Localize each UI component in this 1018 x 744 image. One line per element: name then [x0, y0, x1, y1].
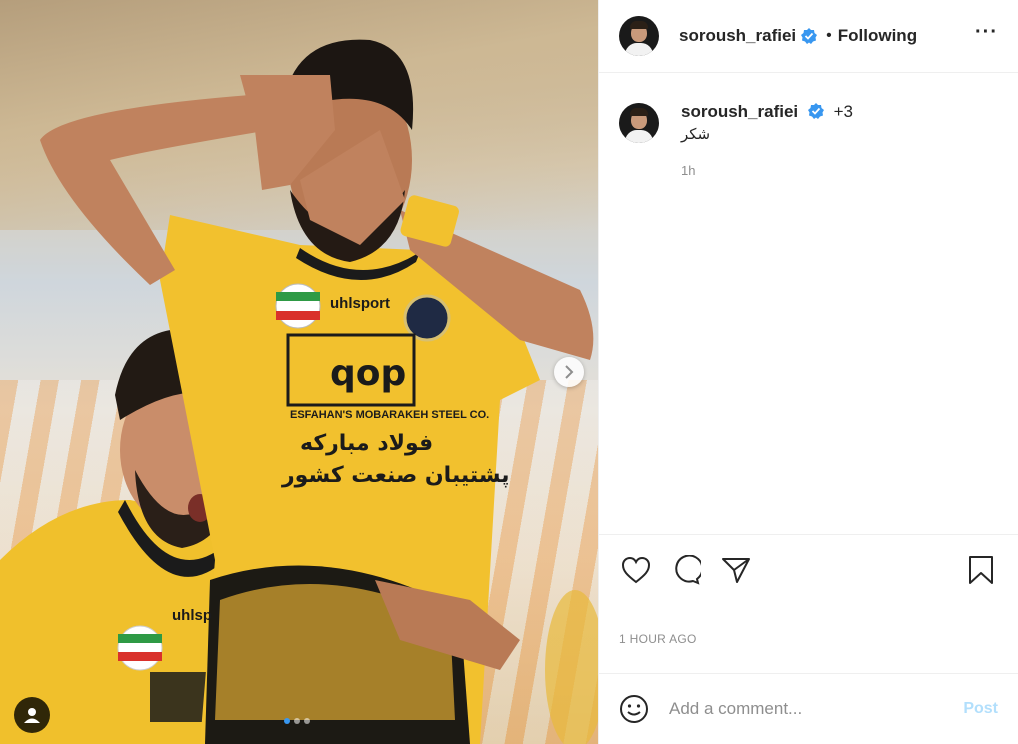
share-icon: [722, 557, 750, 583]
caption-text: شکر: [681, 125, 711, 143]
svg-text:فولاد مبارکه: فولاد مبارکه: [300, 431, 433, 456]
comments-area: soroush_rafiei +3 شکر 1h: [599, 73, 1018, 534]
post-timestamp[interactable]: 1 HOUR AGO: [599, 604, 1018, 674]
tagged-count[interactable]: +3: [834, 102, 853, 121]
post-media[interactable]: uhlsport uhlsp qop ESFAHAN'S MOBARAKEH S…: [0, 0, 598, 744]
user-icon: [24, 708, 40, 723]
author-avatar[interactable]: [619, 16, 659, 56]
author-username[interactable]: soroush_rafiei: [679, 26, 796, 46]
comment-icon: [675, 554, 701, 585]
comment-input[interactable]: [669, 699, 964, 719]
save-button[interactable]: [964, 553, 998, 587]
caption-body: soroush_rafiei +3 شکر 1h: [681, 101, 853, 178]
next-slide-button[interactable]: [554, 357, 584, 387]
svg-text:uhlsport: uhlsport: [330, 295, 390, 312]
caption: soroush_rafiei +3 شکر 1h: [619, 101, 998, 178]
svg-text:ESFAHAN'S MOBARAKEH STEEL CO.: ESFAHAN'S MOBARAKEH STEEL CO.: [290, 409, 489, 421]
add-comment-bar: Post: [599, 674, 1018, 744]
more-options-icon[interactable]: ···: [975, 21, 998, 52]
svg-text:uhlsp: uhlsp: [172, 607, 212, 624]
carousel-dot: [294, 718, 300, 724]
like-button[interactable]: [619, 553, 653, 587]
photo-illustration: uhlsport uhlsp qop ESFAHAN'S MOBARAKEH S…: [0, 39, 598, 744]
verified-badge-icon: [801, 28, 818, 44]
post-header: soroush_rafiei • Following ···: [599, 0, 1018, 73]
emoji-icon[interactable]: [619, 694, 649, 724]
chevron-right-icon: [565, 365, 574, 379]
post-button[interactable]: Post: [963, 700, 998, 718]
comment-button[interactable]: [669, 553, 703, 587]
heart-icon: [621, 556, 651, 583]
carousel-dot-active: [284, 718, 290, 724]
share-button[interactable]: [719, 553, 753, 587]
action-bar: [599, 534, 1018, 604]
tagged-users-button[interactable]: [14, 697, 50, 733]
post-side-panel: soroush_rafiei • Following ··· soroush_r…: [598, 0, 1018, 744]
svg-text:qop: qop: [330, 353, 406, 394]
caption-avatar[interactable]: [619, 103, 659, 143]
carousel-dot: [304, 718, 310, 724]
verified-badge-icon: [807, 103, 824, 119]
following-button[interactable]: Following: [838, 26, 917, 46]
svg-text:پشتیبان صنعت کشور: پشتیبان صنعت کشور: [281, 463, 510, 488]
bookmark-icon: [969, 555, 993, 584]
carousel-indicator: [284, 718, 310, 724]
caption-time[interactable]: 1h: [681, 163, 853, 178]
caption-username[interactable]: soroush_rafiei: [681, 102, 798, 121]
header-separator: •: [826, 27, 832, 44]
